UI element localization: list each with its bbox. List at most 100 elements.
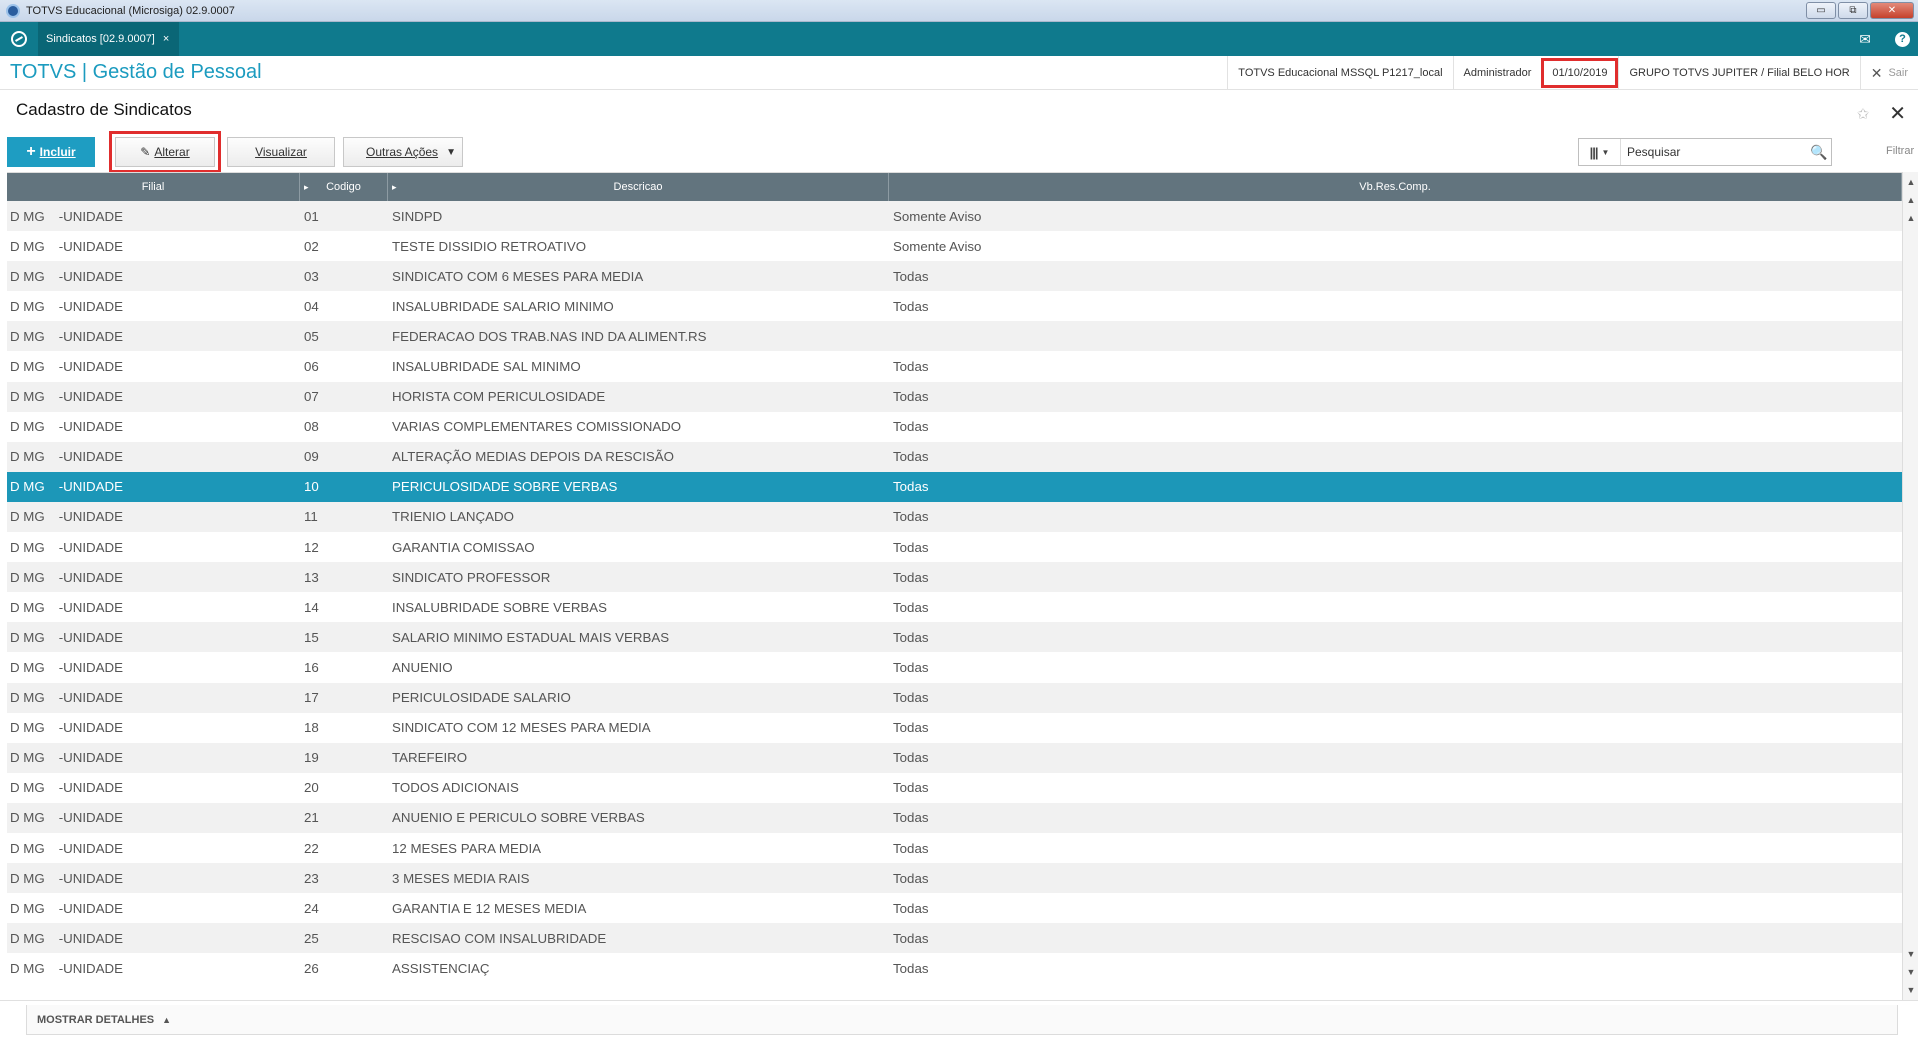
search-box: ||| ▼ 🔍: [1578, 138, 1832, 166]
visualizar-button[interactable]: Visualizar: [227, 137, 335, 167]
home-icon: [11, 31, 27, 47]
cell-filial: D MG -UNIDADE: [7, 592, 300, 622]
show-details-toggle[interactable]: MOSTRAR DETALHES ▲: [26, 1005, 1898, 1035]
cell-uf: D MG: [10, 900, 45, 916]
cell-codigo: 03: [304, 268, 319, 284]
logout-button[interactable]: ✕ Sair: [1859, 56, 1918, 90]
column-header-filial[interactable]: Filial: [7, 173, 300, 201]
column-selector-button[interactable]: ||| ▼: [1579, 139, 1621, 165]
environment-label[interactable]: TOTVS Educacional MSSQL P1217_local: [1227, 56, 1452, 90]
incluir-button[interactable]: + Incluir: [7, 137, 95, 167]
details-footer: MOSTRAR DETALHES ▲: [0, 1000, 1918, 1038]
table-row[interactable]: D MG -UNIDADE 01 SINDPD Somente Aviso: [7, 201, 1902, 232]
scroll-top-button[interactable]: ▲: [1904, 174, 1918, 190]
vertical-scrollbar[interactable]: ▲ ▲ ▲ ▼ ▼ ▼: [1902, 172, 1918, 1002]
user-label[interactable]: Administrador: [1452, 56, 1542, 90]
table-row[interactable]: D MG -UNIDADE 06 INSALUBRIDADE SAL MINIMO To…: [7, 351, 1902, 381]
sort-arrow-icon: ▸: [392, 181, 397, 192]
favorite-icon[interactable]: ✩: [1857, 105, 1870, 123]
cell-uf: D MG: [10, 298, 45, 314]
scroll-page-down-button[interactable]: ▼: [1904, 964, 1918, 980]
table-row[interactable]: D MG -UNIDADE 18 SINDICATO COM 12 MESES PAR…: [7, 713, 1902, 743]
cell-descricao: INSALUBRIDADE SAL MINIMO: [392, 359, 581, 375]
cell-descricao: TRIENIO LANÇADO: [392, 509, 514, 525]
close-window-button[interactable]: ✕: [1870, 2, 1914, 19]
database-date[interactable]: 01/10/2019: [1541, 58, 1619, 88]
cell-uf: D MG: [10, 238, 45, 254]
table-row[interactable]: D MG -UNIDADE 14 INSALUBRIDADE SOBRE VERBAS…: [7, 592, 1902, 622]
chevron-up-icon: ▲: [162, 1014, 172, 1025]
tab-close-icon[interactable]: ×: [163, 33, 169, 45]
table-row[interactable]: D MG -UNIDADE 15 SALARIO MINIMO ESTADUAL MA…: [7, 622, 1902, 653]
cell-descricao: RESCISAO COM INSALUBRIDADE: [392, 930, 607, 946]
table-row[interactable]: D MG -UNIDADE 16 ANUENIO Todas: [7, 652, 1902, 682]
help-icon[interactable]: ?: [1895, 31, 1910, 47]
logout-label: Sair: [1888, 67, 1908, 79]
table-row[interactable]: D MG -UNIDADE 23 3 MESES MEDIA RAIS Todas: [7, 863, 1902, 894]
table-row[interactable]: D MG -UNIDADE 07 HORISTA COM PERICULOSIDADE…: [7, 381, 1902, 412]
cell-filial: D MG -UNIDADE: [7, 652, 300, 682]
search-input[interactable]: [1621, 140, 1807, 164]
table-row[interactable]: D MG -UNIDADE 03 SINDICATO COM 6 MESES PARA…: [7, 261, 1902, 292]
table-row[interactable]: D MG -UNIDADE 25 RESCISAO COM INSALUBRIDADE…: [7, 923, 1902, 954]
table-row[interactable]: D MG -UNIDADE 12 GARANTIA COMISSAO Todas: [7, 532, 1902, 562]
cell-vb-res-comp: Somente Aviso: [893, 208, 982, 224]
column-header-vb-res-comp[interactable]: Vb.Res.Comp.: [889, 173, 1902, 201]
window-title: TOTVS Educacional (Microsiga) 02.9.0007: [26, 4, 235, 17]
table-row[interactable]: D MG -UNIDADE 26 ASSISTENCIAÇ Todas: [7, 953, 1902, 983]
table-row[interactable]: D MG -UNIDADE 20 TODOS ADICIONAIS Todas: [7, 773, 1902, 803]
table-row[interactable]: D MG -UNIDADE 21 ANUENIO E PERICULO SOBRE V…: [7, 802, 1902, 833]
column-header-descricao[interactable]: ▸ Descricao: [388, 173, 889, 201]
table-row[interactable]: D MG -UNIDADE 08 VARIAS COMPLEMENTARES COMI…: [7, 412, 1902, 442]
table-row[interactable]: D MG -UNIDADE 09 ALTERAÇÃO MEDIAS DEPOIS DA…: [7, 441, 1902, 472]
column-header-codigo[interactable]: ▸ Codigo: [300, 173, 388, 201]
scroll-bottom-button[interactable]: ▼: [1904, 982, 1918, 998]
mail-icon[interactable]: ✉: [1859, 31, 1871, 48]
table-row[interactable]: D MG -UNIDADE 11 TRIENIO LANÇADO Todas: [7, 501, 1902, 533]
table-row[interactable]: D MG -UNIDADE 22 12 MESES PARA MEDIA Todas: [7, 833, 1902, 863]
minimize-button[interactable]: ▭: [1806, 2, 1836, 19]
table-row[interactable]: D MG -UNIDADE 05 FEDERACAO DOS TRAB.NAS IND…: [7, 321, 1902, 352]
table-row[interactable]: D MG -UNIDADE 17 PERICULOSIDADE SALARIO Toda…: [7, 682, 1902, 713]
cell-vb-res-comp: Todas: [893, 629, 929, 645]
cell-filial-name: -UNIDADE: [58, 750, 123, 766]
cell-codigo: 14: [304, 599, 319, 615]
cell-uf: D MG: [10, 720, 45, 736]
cell-uf: D MG: [10, 449, 45, 465]
cell-vb-res-comp: Todas: [893, 840, 929, 856]
cell-vb-res-comp: Todas: [893, 960, 929, 976]
cell-vb-res-comp: Todas: [893, 900, 929, 916]
cell-codigo: 01: [304, 208, 319, 224]
company-branch-label[interactable]: GRUPO TOTVS JUPITER / Filial BELO HOR: [1618, 56, 1859, 90]
table-row[interactable]: D MG -UNIDADE 13 SINDICATO PROFESSOR Todas: [7, 562, 1902, 593]
cell-uf: D MG: [10, 359, 45, 375]
table-row[interactable]: D MG -UNIDADE 19 TAREFEIRO Todas: [7, 742, 1902, 773]
alterar-button[interactable]: ✎ Alterar: [109, 131, 221, 173]
scroll-page-up-button[interactable]: ▲: [1904, 192, 1918, 208]
cell-filial: D MG -UNIDADE: [7, 863, 300, 893]
tab-bar: Sindicatos [02.9.0007] × ✉ ?: [0, 22, 1918, 56]
table-row[interactable]: D MG -UNIDADE 10 PERICULOSIDADE SOBRE VERBA…: [7, 471, 1902, 502]
toolbar: + Incluir ✎ Alterar Visualizar Outras Aç…: [7, 131, 463, 173]
table-row[interactable]: D MG -UNIDADE 02 TESTE DISSIDIO RETROATIVO S…: [7, 231, 1902, 261]
close-routine-icon[interactable]: ✕: [1889, 101, 1906, 126]
home-button[interactable]: [0, 22, 38, 56]
cell-descricao: FEDERACAO DOS TRAB.NAS IND DA ALIMENT.RS: [392, 328, 707, 344]
column-header-label: Descricao: [613, 181, 663, 193]
table-row[interactable]: D MG -UNIDADE 24 GARANTIA E 12 MESES MEDIA T…: [7, 893, 1902, 923]
search-icon[interactable]: 🔍: [1807, 144, 1831, 161]
maximize-button[interactable]: ⧉: [1838, 2, 1868, 19]
outras-acoes-button[interactable]: Outras Ações ▼: [343, 137, 463, 167]
table-row[interactable]: D MG -UNIDADE 04 INSALUBRIDADE SALARIO MINI…: [7, 291, 1902, 321]
cell-uf: D MG: [10, 960, 45, 976]
cell-filial: D MG -UNIDADE: [7, 472, 300, 502]
cell-filial-name: -UNIDADE: [58, 238, 123, 254]
cell-vb-res-comp: Todas: [893, 599, 929, 615]
filter-link[interactable]: Filtrar: [1886, 145, 1914, 157]
cell-filial: D MG -UNIDADE: [7, 713, 300, 743]
tab-sindicatos[interactable]: Sindicatos [02.9.0007] ×: [38, 22, 180, 56]
cell-vb-res-comp: Todas: [893, 479, 929, 495]
scroll-down-button[interactable]: ▼: [1904, 946, 1918, 962]
visualizar-label: Visualizar: [255, 145, 307, 159]
scroll-up-button[interactable]: ▲: [1904, 210, 1918, 226]
